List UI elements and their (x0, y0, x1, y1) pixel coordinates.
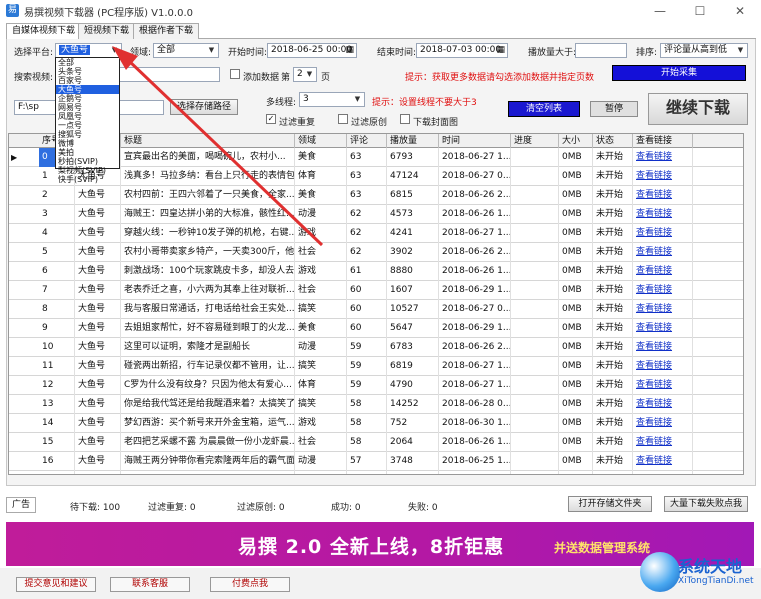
annotation-arrow (112, 46, 324, 247)
arrow-shaft (126, 58, 324, 247)
